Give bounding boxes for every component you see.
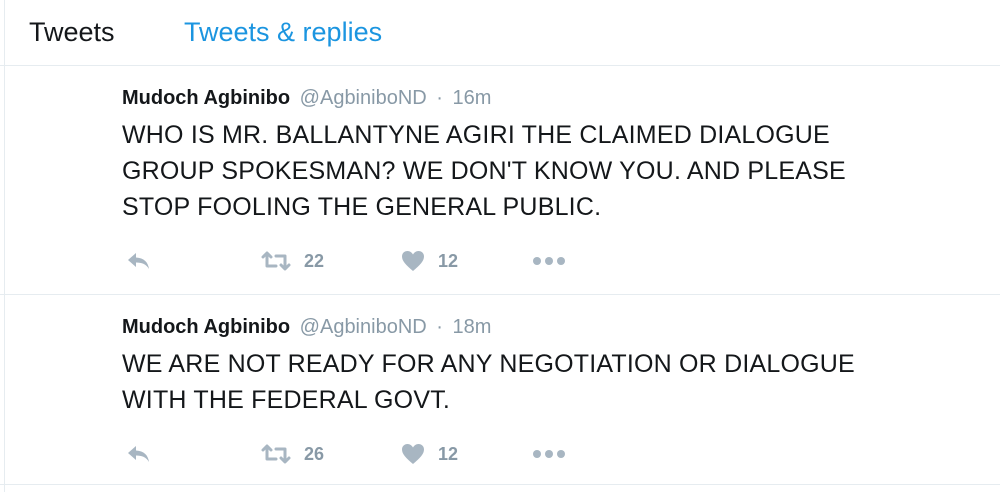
profile-tabs: Tweets Tweets & replies: [0, 0, 1000, 66]
retweet-count: 22: [304, 250, 325, 271]
reply-icon: [126, 250, 152, 272]
retweet-icon: [260, 250, 292, 272]
heart-icon: [400, 249, 426, 273]
like-button[interactable]: 12: [400, 439, 458, 469]
like-count: 12: [438, 250, 459, 271]
like-button[interactable]: 12: [400, 246, 458, 276]
tab-tweets-and-replies[interactable]: Tweets & replies: [184, 16, 382, 48]
retweet-icon: [260, 443, 292, 465]
tweet-item[interactable]: Mudoch Agbinibo @AgbiniboND · 18m WE ARE…: [0, 295, 1000, 485]
author-handle[interactable]: @AgbiniboND: [300, 316, 427, 338]
tab-tweets[interactable]: Tweets: [29, 16, 115, 48]
reply-button[interactable]: [126, 246, 152, 276]
author-name[interactable]: Mudoch Agbinibo: [122, 316, 290, 338]
tweet-timestamp[interactable]: 18m: [453, 316, 492, 338]
more-dots-icon: [532, 449, 566, 459]
tweet-text: WE ARE NOT READY FOR ANY NEGOTIATION OR …: [122, 350, 855, 414]
retweet-button[interactable]: 26: [260, 439, 324, 469]
retweet-button[interactable]: 22: [260, 246, 324, 276]
header-separator: ·: [436, 87, 443, 109]
header-separator: ·: [436, 316, 443, 338]
heart-icon: [400, 442, 426, 466]
tweet-header: Mudoch Agbinibo @AgbiniboND · 18m: [122, 315, 491, 339]
tweet-actions: 22 12: [122, 246, 622, 276]
more-button[interactable]: [532, 439, 566, 469]
more-dots-icon: [532, 256, 566, 266]
reply-icon: [126, 443, 152, 465]
tweet-item[interactable]: Mudoch Agbinibo @AgbiniboND · 16m WHO IS…: [0, 66, 1000, 295]
more-button[interactable]: [532, 246, 566, 276]
tweet-timestamp[interactable]: 16m: [453, 87, 492, 109]
author-name[interactable]: Mudoch Agbinibo: [122, 87, 290, 109]
tweet-actions: 26 12: [122, 439, 622, 469]
like-count: 12: [438, 443, 459, 464]
reply-button[interactable]: [126, 439, 152, 469]
tweet-header: Mudoch Agbinibo @AgbiniboND · 16m: [122, 86, 491, 110]
retweet-count: 26: [304, 443, 325, 464]
tweet-text: WHO IS MR. BALLANTYNE AGIRI THE CLAIMED …: [122, 121, 846, 221]
author-handle[interactable]: @AgbiniboND: [300, 87, 427, 109]
